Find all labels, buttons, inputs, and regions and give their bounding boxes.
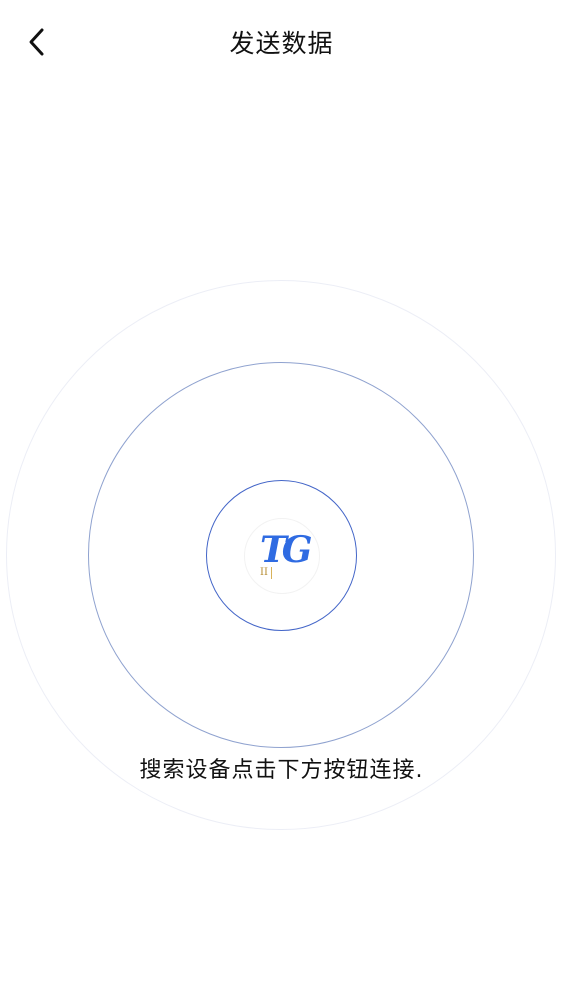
radar-ring-middle	[88, 362, 474, 748]
logo-text: TG	[260, 529, 312, 571]
page-title: 发送数据	[229, 29, 334, 58]
logo-badge: II	[257, 567, 272, 579]
radar-scan-area: TG II	[0, 0, 563, 1000]
radar-ring-inner	[206, 480, 357, 631]
top-bar: 发送数据	[0, 0, 563, 84]
device-logo: TG II	[244, 518, 320, 594]
send-data-screen: 发送数据 TG II 搜索设备点击下方按钮连接.	[0, 0, 563, 1000]
search-status-text: 搜索设备点击下方按钮连接.	[139, 758, 424, 783]
radar-ring-outer	[6, 280, 556, 830]
